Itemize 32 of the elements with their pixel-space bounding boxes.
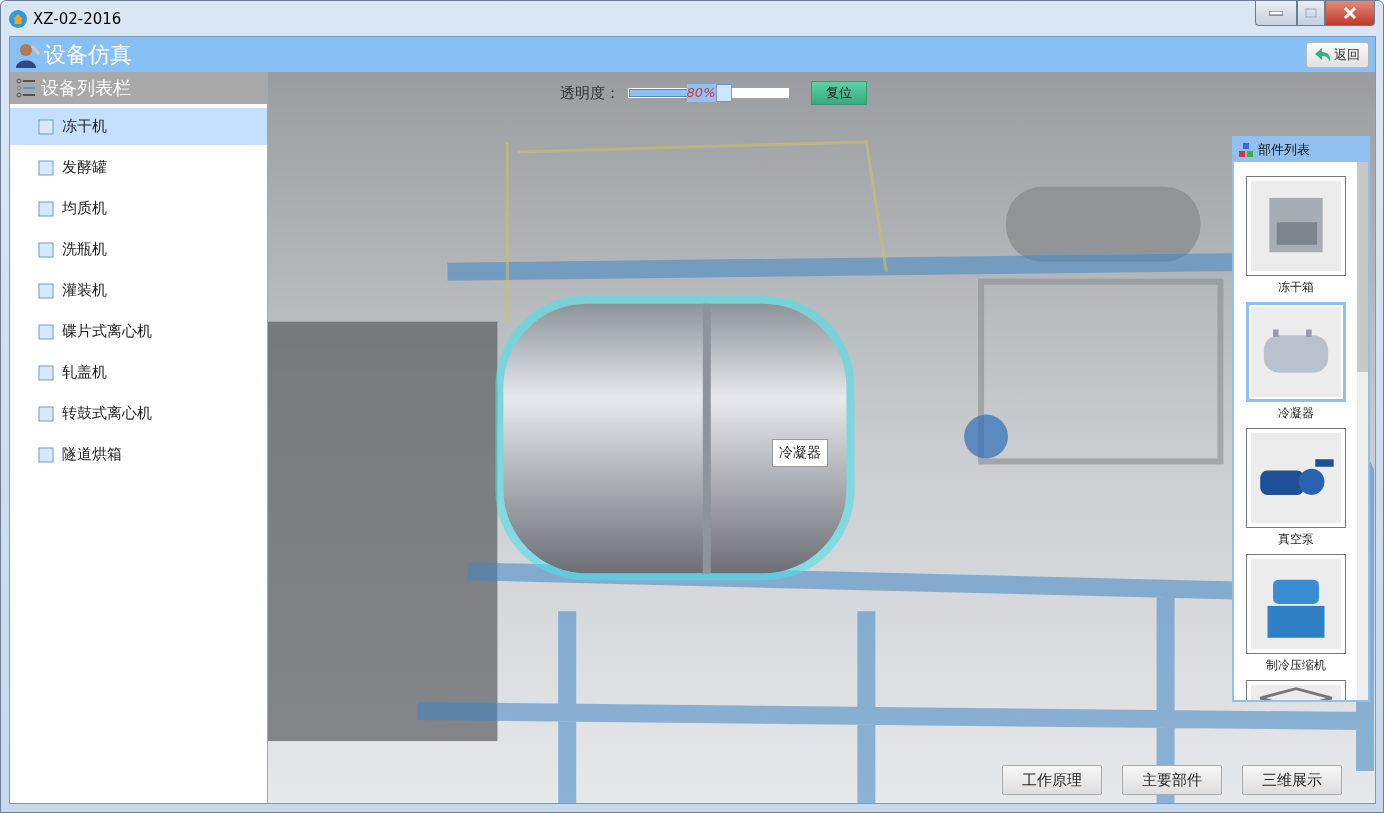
sidebar-item[interactable]: 均质机 xyxy=(10,190,267,227)
sidebar-item[interactable]: 转鼓式离心机 xyxy=(10,395,267,432)
grid-icon xyxy=(38,282,54,299)
sidebar-item[interactable]: 发酵罐 xyxy=(10,149,267,186)
minimize-button[interactable] xyxy=(1255,1,1297,26)
grid-icon xyxy=(38,159,54,176)
grid-icon xyxy=(38,118,54,135)
maximize-icon xyxy=(1305,8,1317,18)
sidebar-item[interactable]: 灌装机 xyxy=(10,272,267,309)
user-icon xyxy=(16,41,40,68)
app-title: 设备仿真 xyxy=(44,40,132,69)
back-arrow-icon xyxy=(1315,47,1331,62)
grid-icon xyxy=(38,323,54,340)
sidebar-item[interactable]: 洗瓶机 xyxy=(10,231,267,268)
sidebar-item[interactable]: 轧盖机 xyxy=(10,354,267,391)
close-button[interactable] xyxy=(1325,1,1375,26)
sidebar-title: 设备列表栏 xyxy=(41,76,131,100)
grid-icon xyxy=(38,446,54,463)
sidebar-item[interactable]: 冻干机 xyxy=(10,108,267,145)
grid-icon xyxy=(38,200,54,217)
window-title: XZ-02-2016 xyxy=(33,9,122,28)
back-button[interactable]: 返回 xyxy=(1306,41,1369,68)
home-icon xyxy=(9,9,27,28)
sidebar-item[interactable]: 隧道烘箱 xyxy=(10,436,267,473)
grid-icon xyxy=(38,405,54,422)
sidebar-item[interactable]: 碟片式离心机 xyxy=(10,313,267,350)
grid-icon xyxy=(38,241,54,258)
list-icon xyxy=(16,78,36,98)
minimize-icon xyxy=(1269,10,1283,16)
maximize-button[interactable] xyxy=(1297,1,1325,26)
close-icon xyxy=(1343,7,1357,19)
grid-icon xyxy=(38,364,54,381)
